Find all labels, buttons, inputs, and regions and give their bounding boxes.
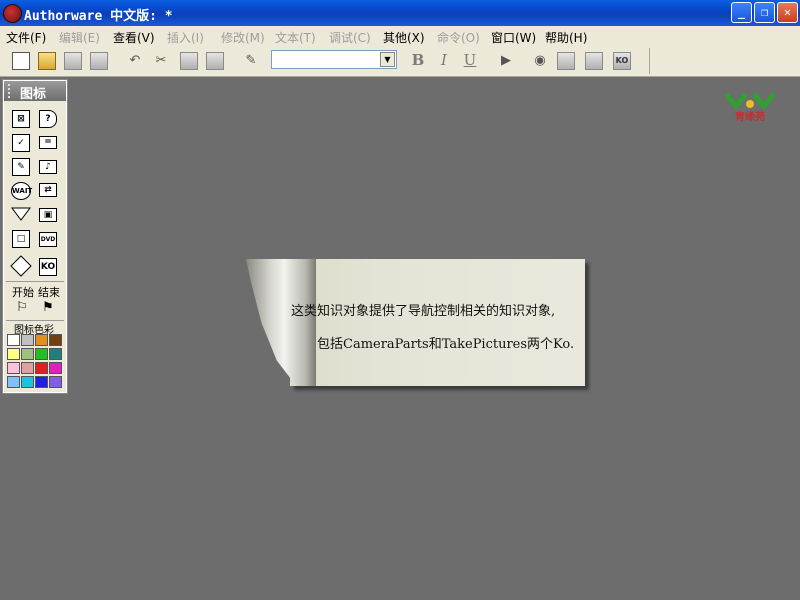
menu-bar: 文件(F) 编辑(E) 查看(V) 插入(I) 修改(M) 文本(T) 调试(C… — [0, 26, 800, 46]
new-file-icon[interactable] — [12, 52, 30, 70]
palette-title: 图标 — [20, 87, 47, 102]
color-swatch[interactable] — [21, 348, 34, 360]
wait-icon[interactable]: WAIT — [11, 182, 32, 200]
color-swatch[interactable] — [21, 362, 34, 374]
variable-window-icon[interactable] — [585, 52, 603, 70]
run-icon[interactable]: ▶ — [497, 52, 515, 70]
icon-color-label: 图标色彩 — [14, 325, 54, 336]
calculation-icon[interactable]: ✓ — [12, 134, 30, 152]
map-icon[interactable] — [10, 255, 32, 277]
find-icon[interactable]: ✎ — [242, 52, 260, 70]
decision-icon[interactable]: ? — [39, 110, 57, 128]
color-swatch[interactable] — [7, 376, 20, 388]
grip-icon[interactable] — [8, 84, 16, 98]
page-curl — [246, 259, 316, 386]
interaction-icon[interactable]: = — [39, 136, 57, 149]
menu-help[interactable]: 帮助(H) — [545, 29, 587, 46]
menu-command[interactable]: 命令(O) — [437, 29, 480, 46]
knowledge-object-button[interactable]: KO — [613, 52, 631, 70]
menu-text[interactable]: 文本(T) — [275, 29, 316, 46]
restore-icon: ❐ — [760, 5, 769, 19]
color-swatch[interactable] — [49, 362, 62, 374]
logo-text: 育缘苑 — [735, 112, 765, 123]
menu-view[interactable]: 查看(V) — [113, 29, 155, 46]
toolbar-divider — [649, 48, 650, 74]
import-icon[interactable] — [90, 52, 108, 70]
color-swatch[interactable] — [35, 348, 48, 360]
card-body — [290, 259, 585, 386]
title-bar: Authorware 中文版: * _ ❐ ✕ — [0, 0, 800, 26]
function-window-icon[interactable] — [557, 52, 575, 70]
color-swatch[interactable] — [35, 376, 48, 388]
knowledge-object-icon[interactable]: KO — [39, 258, 57, 276]
color-swatch[interactable] — [21, 334, 34, 346]
save-all-icon[interactable] — [64, 52, 82, 70]
motion-shape — [11, 207, 31, 221]
color-swatch[interactable] — [7, 362, 20, 374]
color-swatch[interactable] — [7, 348, 20, 360]
close-icon: ✕ — [783, 5, 792, 19]
dvd-icon[interactable]: DVD — [39, 232, 57, 247]
menu-other[interactable]: 其他(X) — [383, 29, 425, 46]
menu-window[interactable]: 窗口(W) — [491, 29, 536, 46]
chevron-down-icon[interactable]: ▼ — [380, 52, 395, 67]
map-shape — [10, 255, 32, 277]
open-file-icon[interactable] — [38, 52, 56, 70]
copy-icon[interactable] — [180, 52, 198, 70]
menu-modify[interactable]: 修改(M) — [221, 29, 265, 46]
palette-divider — [6, 281, 64, 282]
end-flag-label: 结束 — [38, 286, 60, 299]
color-swatch[interactable] — [49, 348, 62, 360]
display-icon[interactable]: ⊠ — [12, 110, 30, 128]
underline-button[interactable]: U — [461, 51, 479, 69]
icon-palette: 图标 ⊠ ? ✓ = ✎ ♪ WAIT ⇄ ▣ □ DVD KO 开始 结束 ⚐… — [2, 79, 68, 394]
restore-button[interactable]: ❐ — [754, 2, 775, 23]
movie-icon[interactable]: ▣ — [39, 208, 57, 222]
info-card: 这类知识对象提供了导航控制相关的知识对象, 包括CameraParts和Take… — [246, 259, 586, 388]
close-button[interactable]: ✕ — [777, 2, 798, 23]
minimize-button[interactable]: _ — [731, 2, 752, 23]
italic-button[interactable]: I — [435, 51, 453, 69]
menu-file[interactable]: 文件(F) — [6, 29, 46, 46]
app-icon[interactable] — [3, 4, 22, 23]
font-select[interactable]: ▼ — [271, 50, 397, 69]
cut-icon[interactable]: ✂ — [152, 52, 170, 70]
menu-insert[interactable]: 插入(I) — [167, 29, 204, 46]
minimize-icon: _ — [737, 5, 746, 19]
framework-icon[interactable]: □ — [12, 230, 30, 248]
sound-icon[interactable]: ♪ — [39, 160, 57, 174]
start-flag-label: 开始 — [12, 286, 34, 299]
start-flag-icon[interactable]: ⚐ — [13, 300, 31, 318]
color-swatch[interactable] — [35, 362, 48, 374]
toolbar: ↶ ✂ ✎ B I U ▶ ◉ KO 育缘苑 — [0, 46, 800, 123]
logo: 育缘苑 — [720, 92, 780, 123]
motion-icon[interactable] — [11, 206, 31, 222]
window-title: Authorware 中文版: * — [24, 9, 173, 24]
end-flag-icon[interactable]: ⚑ — [39, 300, 57, 318]
menu-debug[interactable]: 调试(C) — [329, 29, 371, 46]
color-swatch[interactable] — [49, 334, 62, 346]
bold-button[interactable]: B — [409, 51, 427, 69]
palette-title-bar[interactable]: 图标 — [4, 81, 66, 102]
navigate-icon[interactable]: ⇄ — [39, 183, 57, 197]
undo-icon[interactable]: ↶ — [126, 52, 144, 70]
card-text-line-2: 包括CameraParts和TakePictures两个Ko. — [317, 337, 575, 352]
color-swatch[interactable] — [21, 376, 34, 388]
card-text-line-1: 这类知识对象提供了导航控制相关的知识对象, — [291, 304, 556, 319]
erase-icon[interactable]: ✎ — [12, 158, 30, 176]
color-swatch[interactable] — [35, 334, 48, 346]
paste-icon[interactable] — [206, 52, 224, 70]
color-swatch[interactable] — [49, 376, 62, 388]
menu-edit[interactable]: 编辑(E) — [59, 29, 100, 46]
control-panel-icon[interactable]: ◉ — [531, 52, 549, 70]
color-swatch[interactable] — [7, 334, 20, 346]
